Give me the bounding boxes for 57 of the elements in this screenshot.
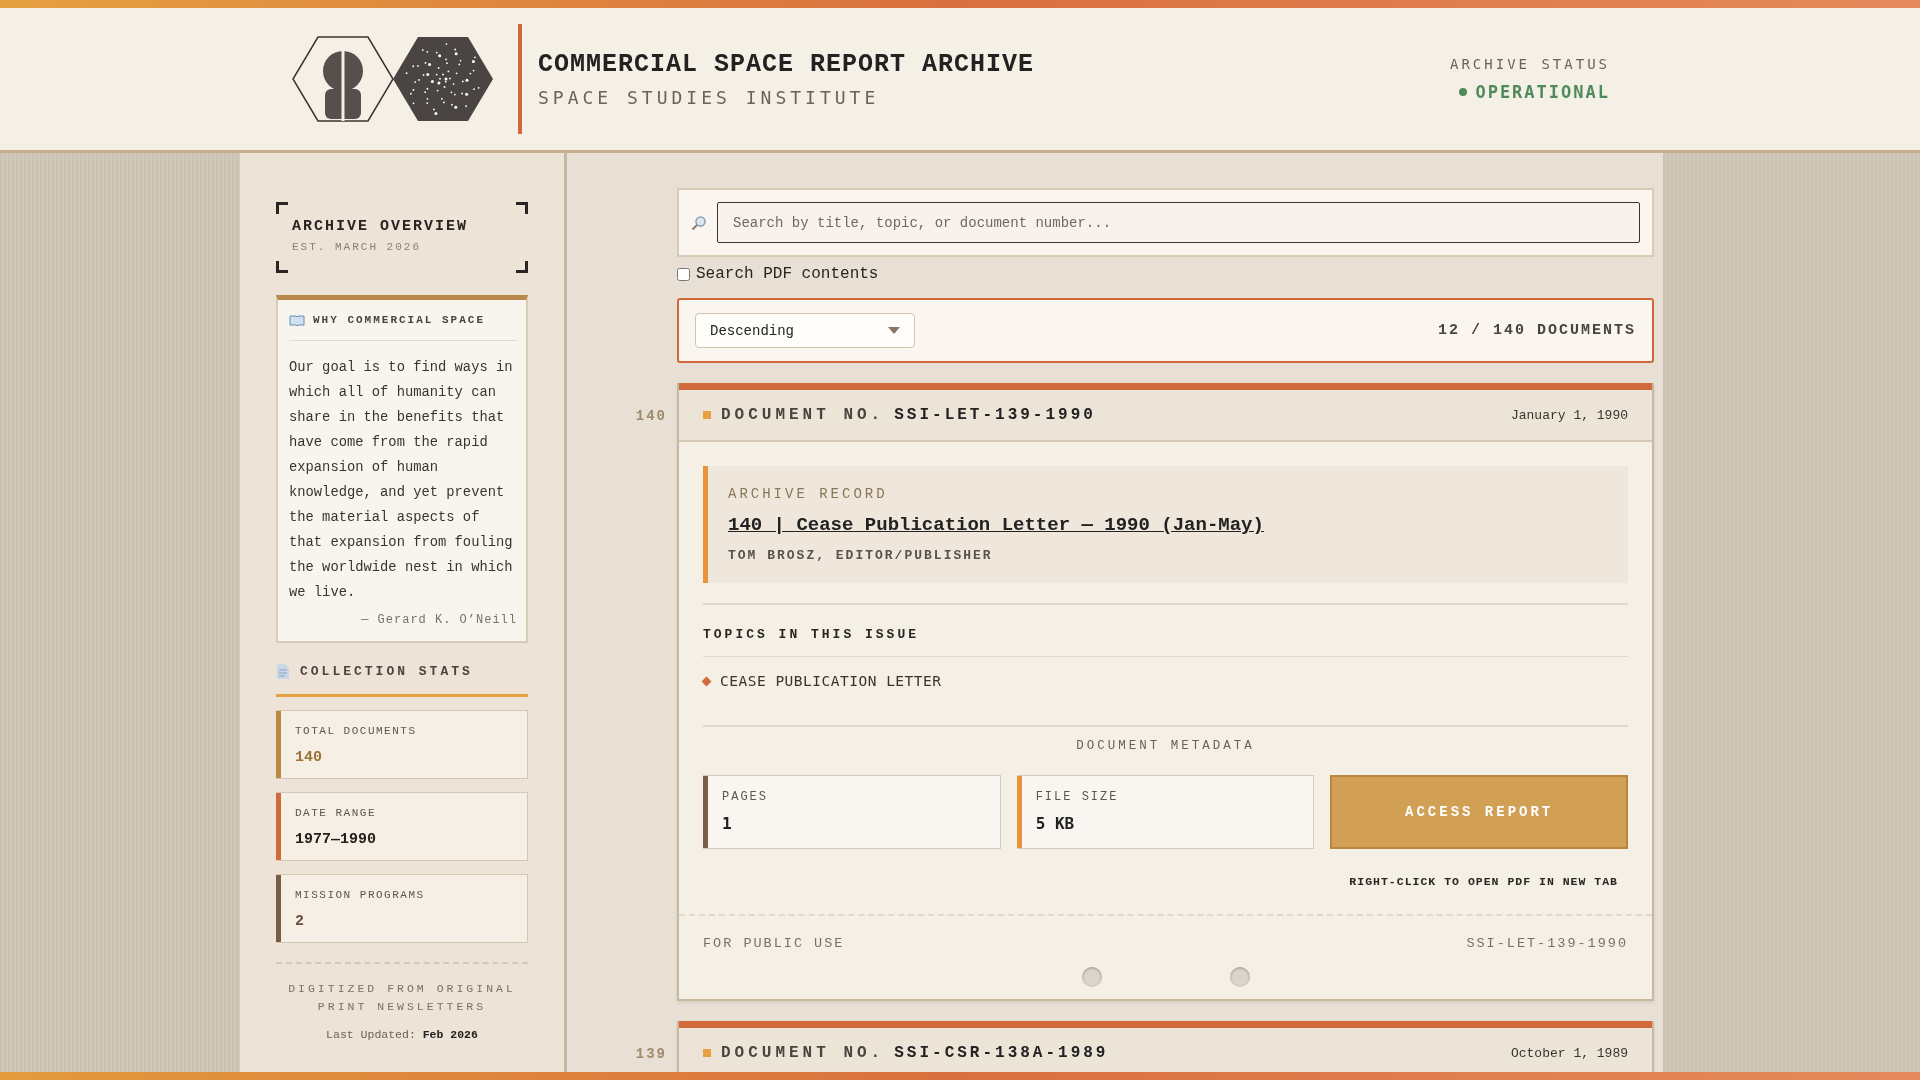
metadata-label: FILE SIZE (1035, 790, 1120, 804)
quote-attribution: — Gerard K. O’Neill (360, 613, 517, 627)
punch-hole (1081, 967, 1102, 987)
corner-bracket (276, 261, 288, 273)
caret-icon (888, 327, 900, 334)
document-number: SSI-LET-139-1990 (894, 406, 1096, 424)
right-click-note: RIGHT-CLICK TO OPEN PDF IN NEW TAB (1348, 874, 1619, 890)
document-number: SSI-CSR-138A-1989 (894, 1044, 1109, 1062)
document-label: DOCUMENT NO. (721, 406, 885, 424)
last-updated: Last Updated: Feb 2026 (325, 1028, 479, 1041)
metadata-value: 1 (722, 814, 733, 833)
status-label: ARCHIVE STATUS (1450, 56, 1610, 72)
stats-heading: COLLECTION STATS (300, 664, 473, 679)
metadata-value: 5 KB (1035, 814, 1076, 833)
topic-item: CEASE PUBLICATION LETTER (720, 673, 942, 689)
document-label: DOCUMENT NO. (721, 1044, 885, 1062)
metadata-label: PAGES (722, 790, 769, 804)
document-title-link[interactable]: 140 | Cease Publication Letter — 1990 (Jan-May) (728, 514, 1264, 536)
usage-label: FOR PUBLIC USE (703, 936, 845, 951)
document-count: 12 / 140 DOCUMENTS (1437, 322, 1636, 339)
document-index: 140 (635, 408, 667, 424)
search-icon (691, 214, 707, 231)
book-icon (289, 314, 305, 326)
search-field[interactable]: Search by title, topic, or document number... (717, 202, 1640, 243)
metadata-heading: DOCUMENT METADATA (1075, 738, 1256, 755)
status-value: OPERATIONAL (1475, 82, 1610, 102)
stat-value: 2 (295, 913, 305, 930)
sort-dropdown[interactable]: Descending (695, 313, 915, 348)
stat-label: DATE RANGE (295, 807, 377, 819)
document-index: 139 (635, 1046, 667, 1062)
pdf-search-checkbox[interactable] (677, 267, 690, 281)
stat-value: 140 (295, 749, 323, 766)
punch-hole (1229, 967, 1250, 987)
corner-bracket (516, 261, 528, 273)
document-author: TOM BROSZ, EDITOR/PUBLISHER (728, 548, 994, 563)
document-icon (276, 663, 290, 680)
archive-title: COMMERCIAL SPACE REPORT ARCHIVE (538, 50, 1036, 79)
document-code: SSI-LET-139-1990 (1466, 936, 1628, 951)
status-dot (1459, 88, 1468, 96)
pdf-search-label: Search PDF contents (696, 265, 879, 283)
square-icon (703, 1049, 711, 1057)
square-icon (703, 411, 711, 419)
document-date: October 1, 1989 (1510, 1045, 1628, 1061)
digitized-note: DIGITIZED FROM ORIGINAL PRINT NEWSLETTERS (287, 981, 517, 1015)
document-date: January 1, 1990 (1510, 407, 1628, 423)
topics-heading: TOPICS IN THIS ISSUE (703, 605, 1628, 657)
stat-label: TOTAL DOCUMENTS (295, 725, 418, 737)
established-date: EST. MARCH 2026 (292, 241, 423, 253)
stat-value: 1977—1990 (295, 831, 377, 848)
corner-bracket (276, 202, 288, 214)
overview-title: ARCHIVE OVERVIEW (292, 218, 470, 235)
stat-label: MISSION PROGRAMS (295, 889, 426, 901)
quote-text: Our goal is to find ways in which all of humanity can share in the benefits that have come from the rapid expansion of human knowledge, and yet prevent the material aspects of that expansion from fouling the worldwide nest in which we live. (289, 359, 514, 602)
quote-heading: WHY COMMERCIAL SPACE (313, 314, 486, 326)
record-label: ARCHIVE RECORD (728, 486, 889, 502)
corner-bracket (516, 202, 528, 214)
institute-name: SPACE STUDIES INSTITUTE (538, 87, 881, 108)
